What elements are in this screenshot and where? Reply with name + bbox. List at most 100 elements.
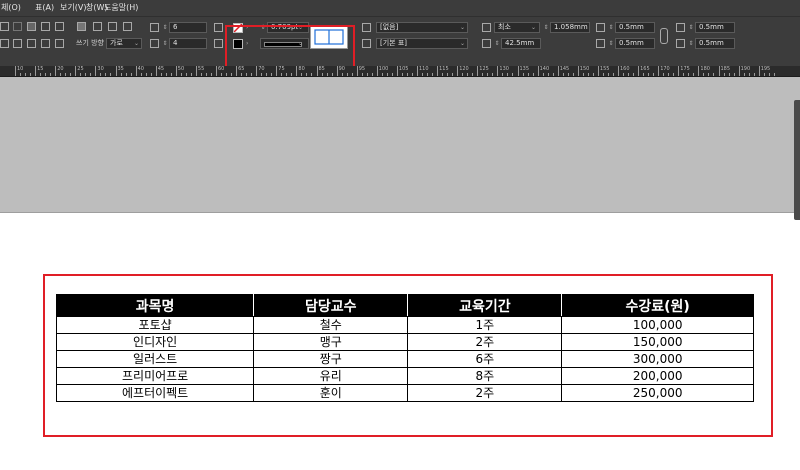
rows-field[interactable]: 6 bbox=[169, 22, 207, 33]
table-cell[interactable]: 200,000 bbox=[561, 367, 754, 385]
inset-bottom-icon bbox=[596, 39, 605, 48]
align-top-icon[interactable] bbox=[0, 22, 9, 31]
inset-left-field[interactable]: 0.5mm bbox=[695, 22, 735, 33]
table-cell[interactable]: 250,000 bbox=[561, 384, 754, 402]
inset-top-field[interactable]: 0.5mm bbox=[615, 22, 655, 33]
ruler-tick bbox=[231, 73, 232, 76]
table-cell[interactable]: 일러스트 bbox=[55, 350, 255, 368]
row-height-stepper[interactable]: ⇕ bbox=[543, 23, 549, 32]
menu-help[interactable]: 도움말(H) bbox=[104, 0, 138, 16]
table-cell[interactable]: 짱구 bbox=[253, 350, 409, 368]
ruler-tick bbox=[467, 73, 469, 76]
align-left-icon[interactable] bbox=[13, 22, 22, 31]
table-style-select[interactable]: [기본 표] bbox=[376, 38, 468, 49]
table-cell[interactable]: 인디자인 bbox=[55, 333, 255, 351]
inset-bottom-stepper[interactable]: ⇕ bbox=[608, 39, 614, 48]
header-cell[interactable]: 교육기간 bbox=[407, 294, 563, 317]
chevron-down-icon[interactable]: ⌄ bbox=[531, 22, 536, 33]
merge-cells-icon[interactable] bbox=[214, 23, 223, 32]
column-width-stepper[interactable]: ⇕ bbox=[494, 39, 500, 48]
inset-left-stepper[interactable]: ⇕ bbox=[688, 23, 694, 32]
align-middle-icon[interactable] bbox=[13, 39, 22, 48]
header-cell[interactable]: 담당교수 bbox=[253, 294, 409, 317]
ruler-tick bbox=[55, 66, 57, 76]
align-away-spine-icon[interactable] bbox=[55, 39, 64, 48]
ruler-tick bbox=[718, 66, 720, 76]
link-icon[interactable] bbox=[660, 28, 668, 44]
cell-style-select[interactable]: [없음] bbox=[376, 22, 468, 33]
ruler-tick bbox=[743, 73, 745, 76]
menu-table[interactable]: 표(A) bbox=[35, 0, 54, 16]
ruler-tick bbox=[150, 73, 152, 76]
row-height-field[interactable]: 1.058mm bbox=[550, 22, 590, 33]
align-right-icon[interactable] bbox=[41, 22, 50, 31]
ruler-label: 85 bbox=[318, 66, 325, 72]
inset-top-icon bbox=[596, 23, 605, 32]
inset-right-field[interactable]: 0.5mm bbox=[695, 38, 735, 49]
table-cell[interactable]: 에프터이펙트 bbox=[55, 384, 255, 402]
table-cell[interactable]: 유리 bbox=[253, 367, 409, 385]
table-cell[interactable]: 2주 bbox=[407, 333, 563, 351]
ruler-tick bbox=[532, 73, 534, 76]
columns-stepper[interactable]: ⇕ bbox=[162, 39, 168, 48]
table-cell[interactable]: 철수 bbox=[253, 316, 409, 334]
inset-top-stepper[interactable]: ⇕ bbox=[608, 23, 614, 32]
grid-icon[interactable] bbox=[77, 22, 86, 31]
table-cell[interactable]: 100,000 bbox=[561, 316, 754, 334]
table-cell[interactable]: 6주 bbox=[407, 350, 563, 368]
ruler-tick bbox=[763, 73, 765, 76]
row-height-icon bbox=[482, 23, 491, 32]
table-cell[interactable]: 포토샵 bbox=[55, 316, 255, 334]
inset-right-stepper[interactable]: ⇕ bbox=[688, 39, 694, 48]
table-cell[interactable]: 2주 bbox=[407, 384, 563, 402]
column-width-icon bbox=[482, 39, 491, 48]
ruler-label: 120 bbox=[459, 66, 469, 72]
grid-align-icon[interactable] bbox=[93, 22, 102, 31]
ruler-tick bbox=[768, 73, 770, 76]
columns-field[interactable]: 4 bbox=[169, 38, 207, 49]
table-row: 인디자인 맹구 2주 150,000 bbox=[55, 333, 754, 351]
chevron-down-icon[interactable]: ⌄ bbox=[460, 38, 465, 49]
ruler-tick bbox=[678, 66, 680, 76]
ruler-label: 15 bbox=[37, 66, 44, 72]
menu-object[interactable]: 체(O) bbox=[1, 0, 21, 16]
table-cell[interactable]: 300,000 bbox=[561, 350, 754, 368]
table-cell[interactable]: 프리미어프로 bbox=[55, 367, 255, 385]
ruler-tick bbox=[552, 73, 554, 76]
ruler-tick bbox=[502, 73, 504, 76]
ruler-tick bbox=[216, 66, 217, 76]
table-cell[interactable]: 150,000 bbox=[561, 333, 754, 351]
align-bottom-icon[interactable] bbox=[0, 39, 9, 48]
grid-column-icon[interactable] bbox=[108, 22, 117, 31]
align-center-icon[interactable] bbox=[27, 22, 36, 31]
header-cell[interactable]: 수강료(원) bbox=[561, 294, 754, 317]
ruler-tick bbox=[115, 66, 117, 76]
align-towards-spine-icon[interactable] bbox=[41, 39, 50, 48]
column-width-field[interactable]: 42.5mm bbox=[501, 38, 541, 49]
vertical-scrollbar[interactable] bbox=[794, 100, 800, 220]
menu-view[interactable]: 보기(V) bbox=[60, 0, 86, 16]
unmerge-cells-icon[interactable] bbox=[214, 39, 223, 48]
chevron-down-icon[interactable]: ⌄ bbox=[460, 22, 465, 33]
ruler-label: 145 bbox=[559, 66, 570, 72]
ruler-tick bbox=[281, 73, 283, 76]
header-cell[interactable]: 과목명 bbox=[55, 294, 255, 317]
ruler-label: 25 bbox=[77, 66, 84, 72]
rows-stepper[interactable]: ⇕ bbox=[162, 23, 168, 32]
ruler-tick bbox=[733, 73, 735, 76]
course-table[interactable]: 과목명 담당교수 교육기간 수강료(원) 포토샵 철수 1주 100,000 인… bbox=[55, 294, 754, 402]
table-cell[interactable]: 1주 bbox=[407, 316, 563, 334]
table-cell[interactable]: 8주 bbox=[407, 367, 563, 385]
grid-row-icon[interactable] bbox=[123, 22, 132, 31]
ruler-tick bbox=[200, 73, 202, 76]
table-cell[interactable]: 맹구 bbox=[253, 333, 409, 351]
inset-bottom-field[interactable]: 0.5mm bbox=[615, 38, 655, 49]
align-justify-icon[interactable] bbox=[27, 39, 36, 48]
inset-right-icon bbox=[676, 39, 685, 48]
ruler-label: 140 bbox=[539, 66, 550, 72]
table-cell[interactable]: 훈이 bbox=[253, 384, 409, 402]
ruler-tick bbox=[748, 73, 750, 76]
horizontal-ruler[interactable]: 10 15 20 25 30 35 40 45 50 55 60 65 70 75 80 85 90 95 100 1… bbox=[0, 66, 800, 77]
justify-icon[interactable] bbox=[55, 22, 64, 31]
chevron-down-icon[interactable]: ⌄ bbox=[134, 38, 139, 49]
